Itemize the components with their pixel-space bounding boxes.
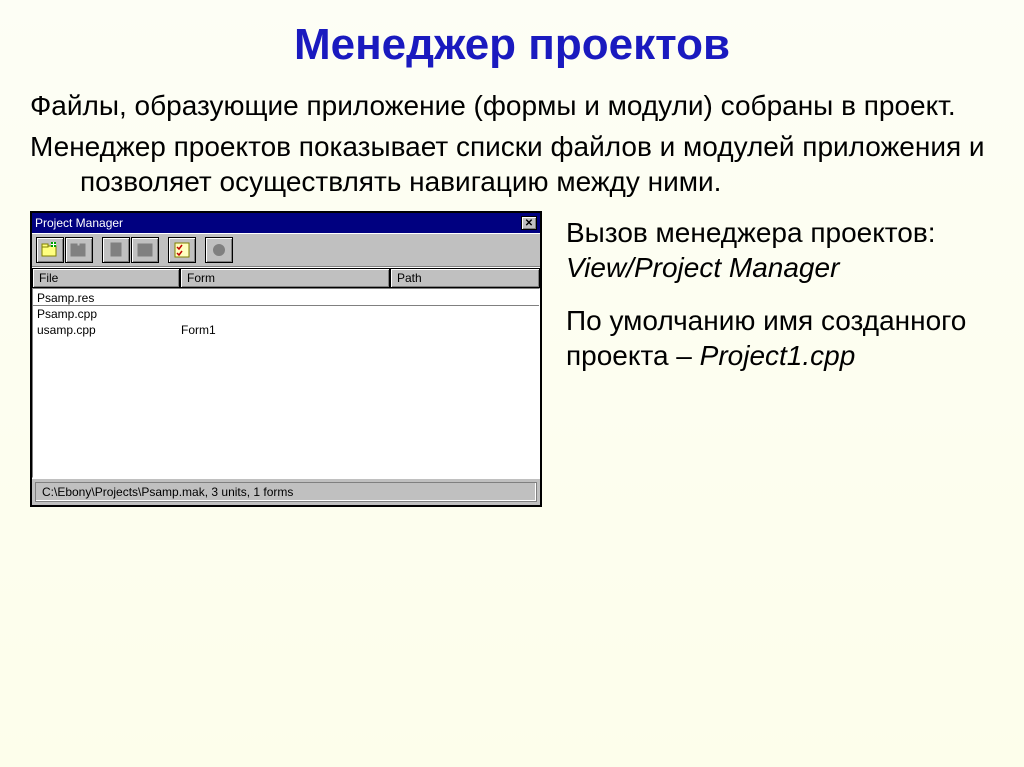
document-icon	[109, 242, 123, 258]
list-item[interactable]: Psamp.res	[33, 290, 539, 306]
list-item[interactable]: Psamp.cpp	[33, 306, 539, 322]
right-p1: Вызов менеджера проектов: View/Project M…	[566, 215, 994, 285]
cell-form: Form1	[181, 323, 391, 337]
toolbar	[32, 233, 540, 267]
slide-title: Менеджер проектов	[30, 20, 994, 70]
right-p2: По умолчанию имя созданного проекта – Pr…	[566, 303, 994, 373]
view-unit-button[interactable]	[102, 237, 130, 263]
add-file-button[interactable]	[36, 237, 64, 263]
window-title: Project Manager	[35, 216, 521, 230]
remove-file-button[interactable]	[65, 237, 93, 263]
header-form[interactable]: Form	[180, 268, 390, 288]
folder-minus-icon	[70, 242, 88, 258]
status-text: C:\Ebony\Projects\Psamp.mak, 3 units, 1 …	[35, 482, 537, 502]
status-bar: C:\Ebony\Projects\Psamp.mak, 3 units, 1 …	[32, 478, 540, 502]
options-button[interactable]	[168, 237, 196, 263]
cell-file: Psamp.res	[33, 291, 181, 305]
list-headers: File Form Path	[32, 267, 540, 288]
list-item[interactable]: usamp.cpp Form1	[33, 322, 539, 338]
header-path[interactable]: Path	[390, 268, 540, 288]
file-list[interactable]: Psamp.res Psamp.cpp usamp.cpp Form1	[32, 288, 540, 478]
window-titlebar[interactable]: Project Manager ✕	[32, 213, 540, 233]
cell-file: usamp.cpp	[33, 323, 181, 337]
close-button[interactable]: ✕	[521, 216, 537, 230]
form-icon	[137, 243, 153, 257]
close-icon: ✕	[525, 218, 533, 229]
slide-paragraph-2: Менеджер проектов показывает списки файл…	[30, 129, 994, 199]
update-button[interactable]	[205, 237, 233, 263]
default-project-name: Project1.cpp	[700, 340, 856, 371]
project-manager-window: Project Manager ✕	[30, 211, 542, 507]
right-column: Вызов менеджера проектов: View/Project M…	[566, 211, 994, 391]
slide-paragraph-1: Файлы, образующие приложение (формы и мо…	[30, 88, 994, 123]
header-file[interactable]: File	[32, 268, 180, 288]
view-form-button[interactable]	[131, 237, 159, 263]
checklist-icon	[174, 242, 190, 258]
cell-file: Psamp.cpp	[33, 307, 181, 321]
menu-path: View/Project Manager	[566, 252, 839, 283]
folder-plus-icon	[41, 242, 59, 258]
refresh-icon	[211, 242, 227, 258]
